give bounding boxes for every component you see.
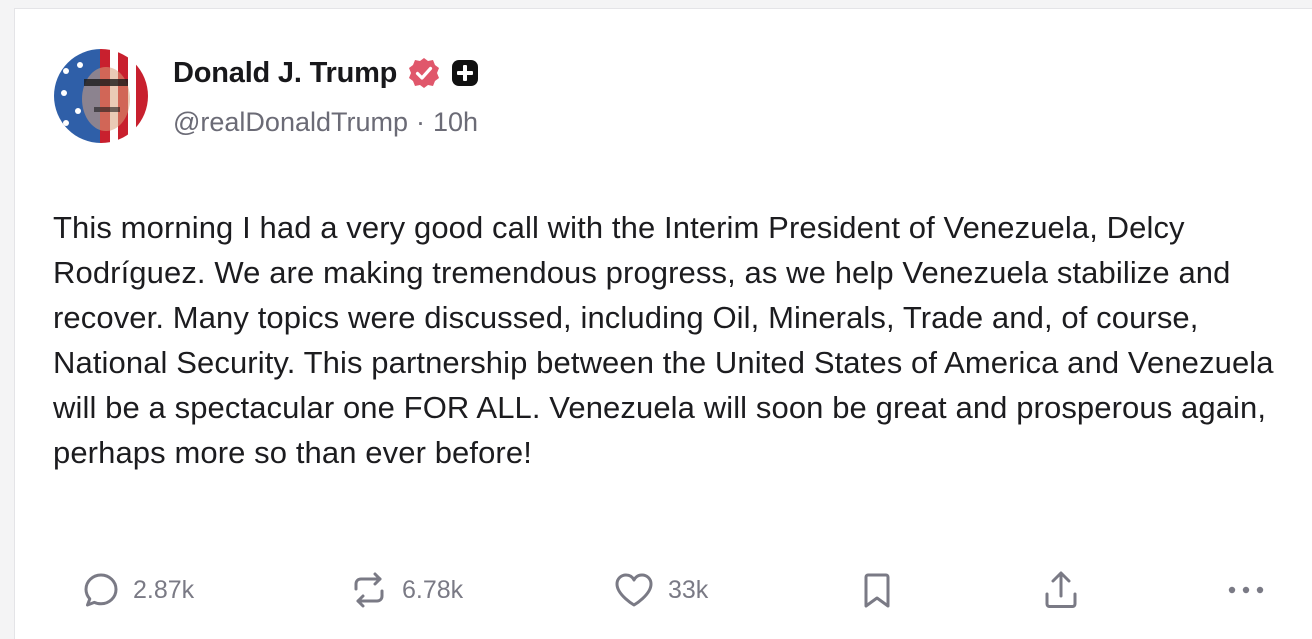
page-background: Donald J. Trump @realDonaldTrump · 10h Thi… — [0, 0, 1312, 639]
author-handle[interactable]: @realDonaldTrump — [173, 107, 408, 137]
like-button[interactable]: 33k — [612, 565, 708, 615]
bookmark-icon — [859, 570, 895, 610]
timestamp[interactable]: 10h — [433, 107, 478, 137]
author-name[interactable]: Donald J. Trump — [173, 57, 397, 90]
repost-button[interactable]: 6.78k — [348, 565, 463, 615]
reply-button[interactable]: 2.87k — [81, 565, 194, 615]
author-row: Donald J. Trump — [173, 53, 479, 93]
repost-icon — [348, 569, 390, 611]
more-icon — [1224, 580, 1268, 600]
share-button[interactable] — [1041, 565, 1081, 615]
like-count: 33k — [668, 575, 709, 604]
separator: · — [416, 107, 425, 137]
more-button[interactable] — [1224, 565, 1268, 615]
handle-row: @realDonaldTrump · 10h — [173, 107, 478, 138]
repost-count: 6.78k — [402, 575, 464, 604]
avatar-image — [54, 49, 148, 143]
reply-icon — [81, 570, 121, 610]
plus-badge-icon — [451, 59, 479, 87]
share-icon — [1041, 568, 1081, 612]
reply-count: 2.87k — [133, 575, 195, 604]
post-card: Donald J. Trump @realDonaldTrump · 10h Thi… — [14, 8, 1312, 639]
action-bar: 2.87k 6.78k 33k — [15, 565, 1312, 615]
heart-icon — [612, 570, 656, 610]
avatar[interactable] — [54, 49, 148, 143]
post-body: This morning I had a very good call with… — [53, 210, 1274, 470]
verified-badge-icon — [407, 56, 441, 90]
bookmark-button[interactable] — [859, 565, 895, 615]
